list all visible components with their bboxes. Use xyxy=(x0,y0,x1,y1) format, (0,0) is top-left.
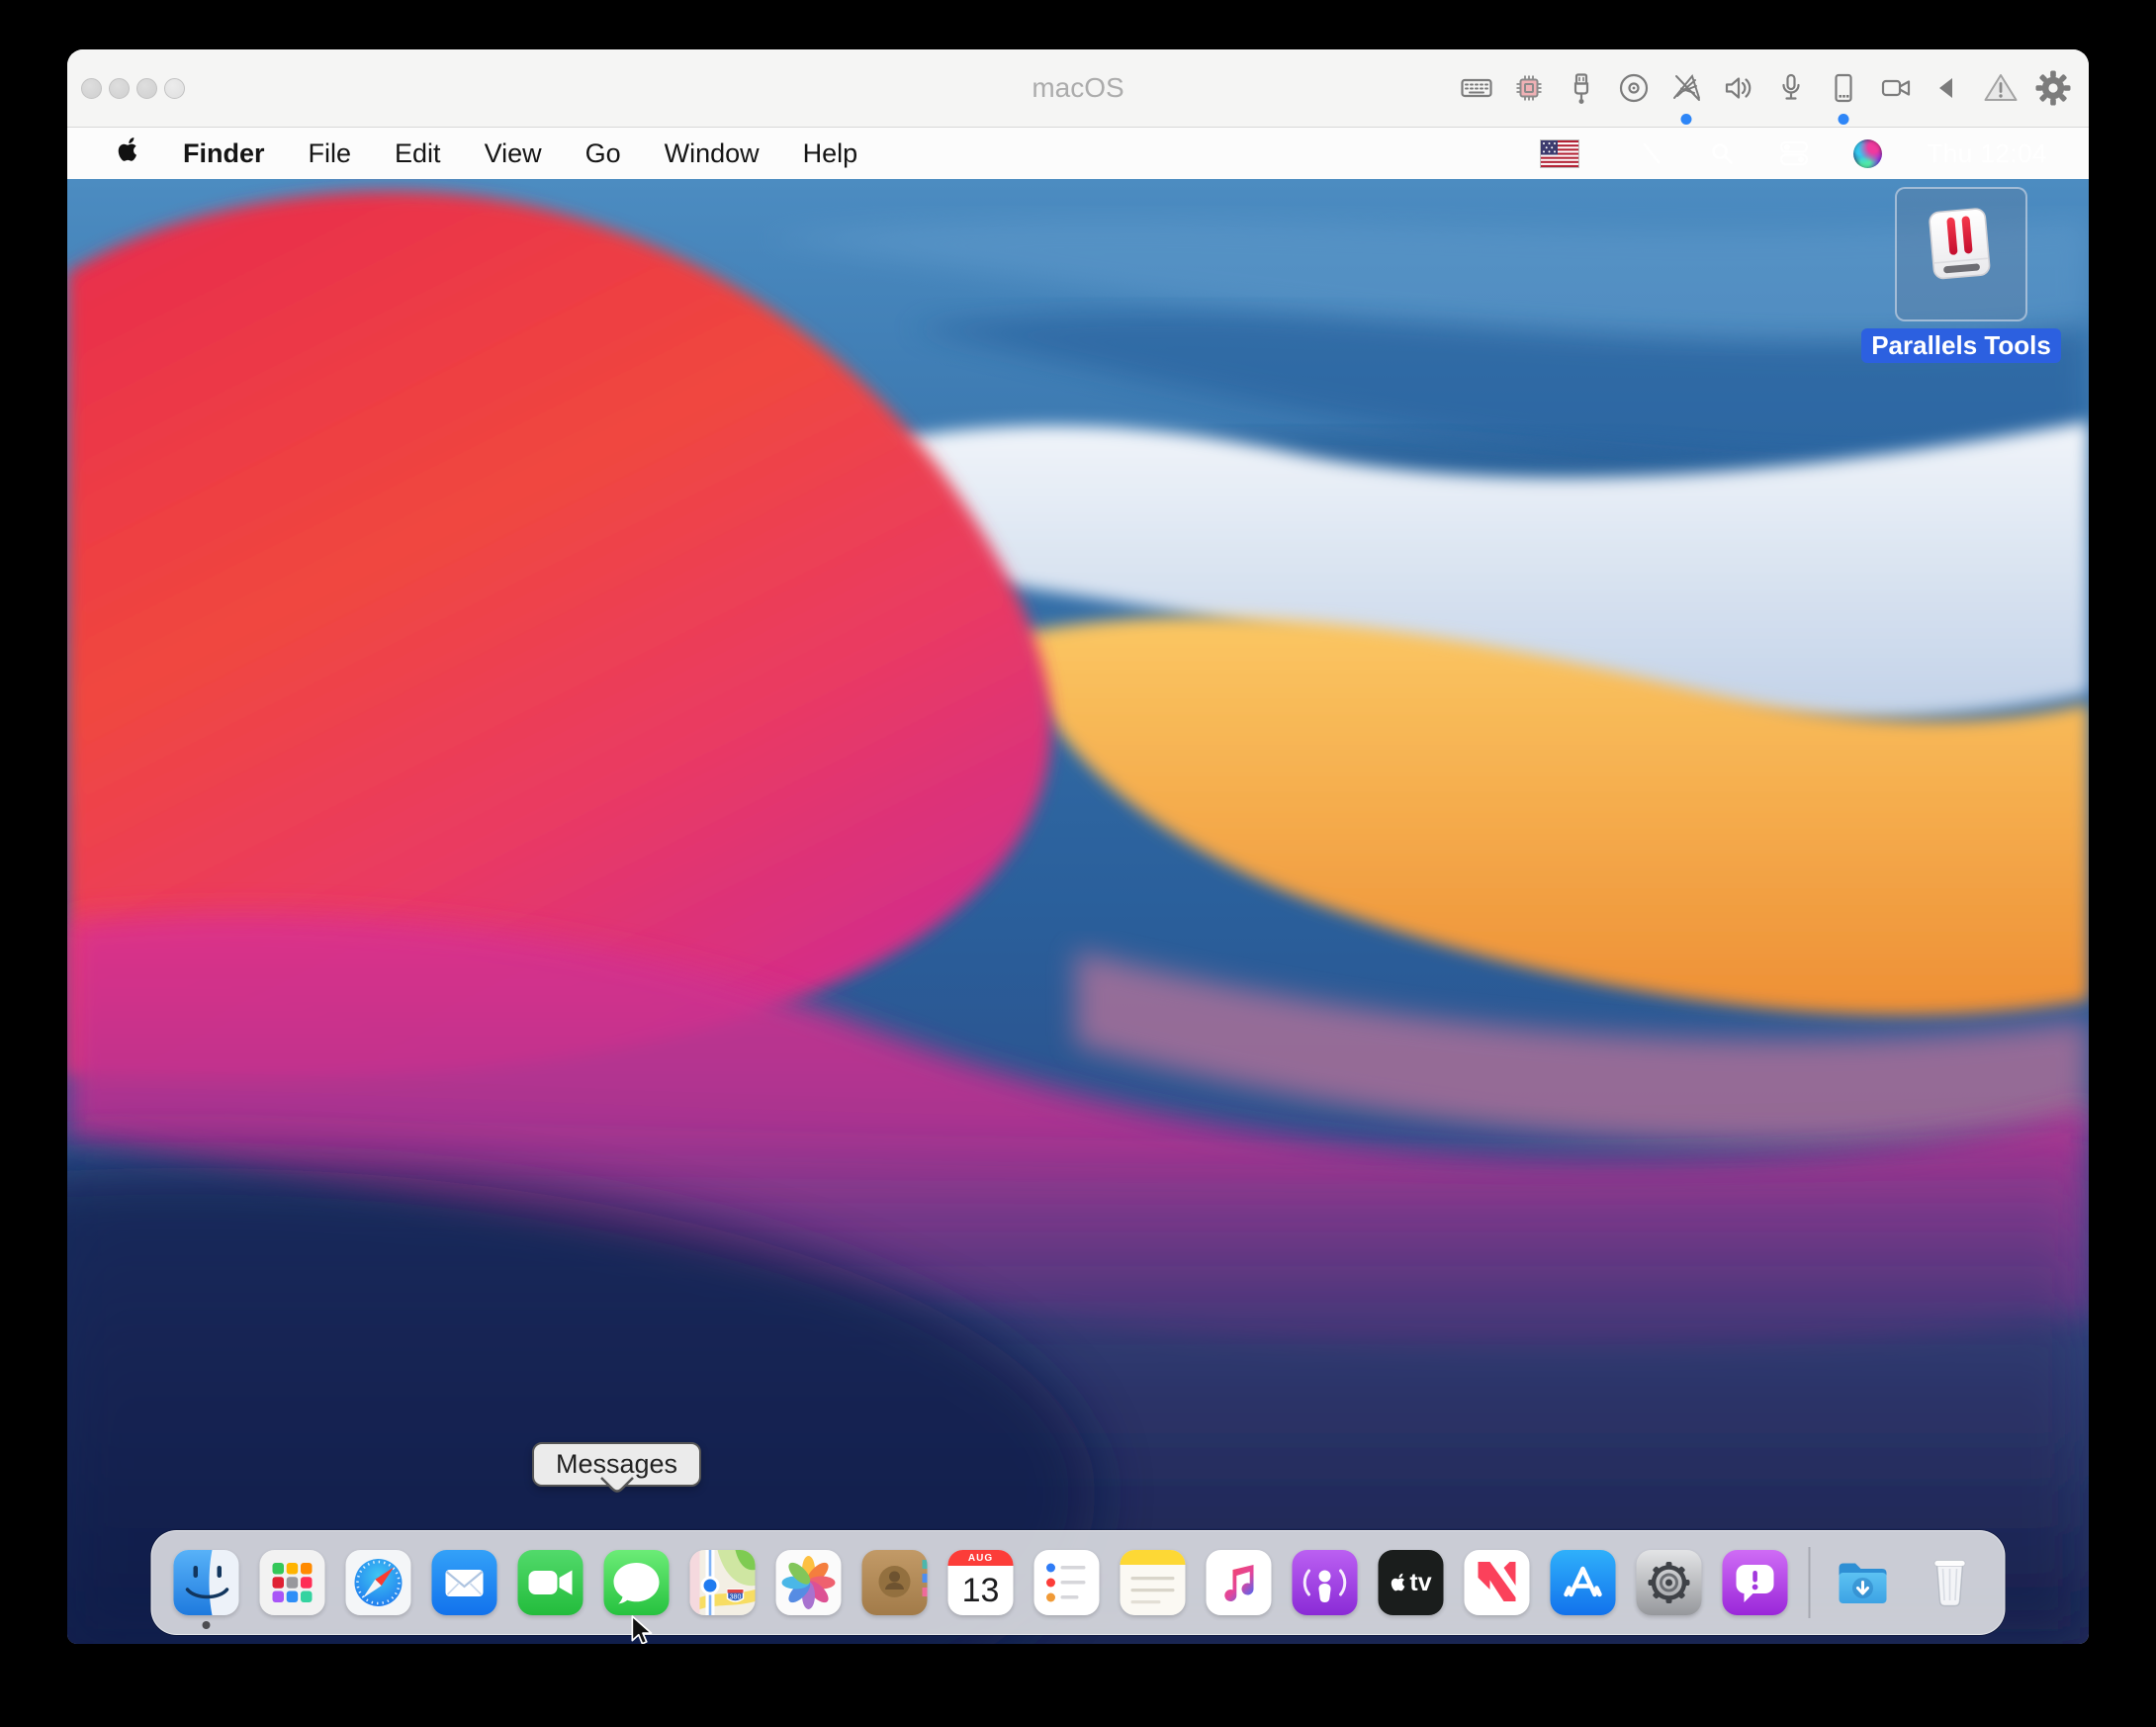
tooltip-tail xyxy=(599,1470,635,1500)
desktop-icon-label: Parallels Tools xyxy=(1861,328,2061,363)
cpu-icon[interactable] xyxy=(1511,49,1547,127)
dock-separator xyxy=(1809,1547,1811,1618)
menu-file[interactable]: File xyxy=(309,138,352,169)
network-activity-dot xyxy=(1681,114,1692,125)
dock-item-messages[interactable] xyxy=(604,1550,670,1615)
window-title: macOS xyxy=(1032,72,1123,104)
dock-item-safari[interactable] xyxy=(346,1550,411,1615)
finder-running-indicator xyxy=(203,1621,211,1629)
network-icon[interactable] xyxy=(1668,49,1704,127)
desktop-icon-parallels-tools[interactable]: Parallels Tools xyxy=(1877,187,2045,363)
zoom-button[interactable] xyxy=(136,78,157,99)
fullscreen-button[interactable] xyxy=(164,78,185,99)
close-button[interactable] xyxy=(81,78,102,99)
dock: 380 xyxy=(151,1530,2006,1635)
mouse-cursor xyxy=(629,1615,657,1644)
dock-item-news[interactable] xyxy=(1465,1550,1530,1615)
dock-item-mail[interactable] xyxy=(432,1550,497,1615)
menu-help[interactable]: Help xyxy=(803,138,858,169)
calendar-month: AUG xyxy=(948,1550,1014,1566)
menu-window[interactable]: Window xyxy=(665,138,760,169)
control-center-icon[interactable] xyxy=(1779,140,1809,166)
dock-tooltip: Messages xyxy=(532,1442,701,1487)
window-titlebar[interactable]: macOS xyxy=(67,49,2089,128)
cd-icon[interactable] xyxy=(1616,49,1652,127)
microphone-icon[interactable] xyxy=(1773,49,1809,127)
dock-item-app-store[interactable] xyxy=(1551,1550,1616,1615)
dock-item-music[interactable] xyxy=(1207,1550,1272,1615)
menu-go[interactable]: Go xyxy=(585,138,621,169)
menu-view[interactable]: View xyxy=(485,138,542,169)
input-source-flag-icon[interactable] xyxy=(1540,139,1579,168)
menubar-menus: Finder File Edit View Go Window Help xyxy=(117,136,857,170)
dock-item-system-preferences[interactable] xyxy=(1637,1550,1702,1615)
pencil-icon[interactable] xyxy=(1639,140,1664,166)
spotlight-icon[interactable] xyxy=(1709,140,1735,166)
gear-icon[interactable] xyxy=(2035,49,2071,127)
desktop: Parallels Tools Messages xyxy=(67,179,2089,1644)
disk-drive-icon xyxy=(1895,187,2027,321)
warning-icon[interactable] xyxy=(1983,49,2019,127)
dock-item-feedback-assistant[interactable] xyxy=(1723,1550,1788,1615)
hard-disk-icon[interactable] xyxy=(1826,49,1861,127)
dock-item-trash[interactable] xyxy=(1918,1550,1983,1615)
dock-item-podcasts[interactable] xyxy=(1293,1550,1358,1615)
dock-item-finder[interactable] xyxy=(174,1550,239,1615)
dock-item-facetime[interactable] xyxy=(518,1550,584,1615)
calendar-day: 13 xyxy=(962,1566,1000,1615)
menu-finder[interactable]: Finder xyxy=(183,138,265,169)
dock-item-launchpad[interactable] xyxy=(260,1550,325,1615)
menu-edit[interactable]: Edit xyxy=(395,138,441,169)
minimize-button[interactable] xyxy=(109,78,130,99)
keyboard-icon[interactable] xyxy=(1459,49,1494,127)
traffic-lights xyxy=(67,78,185,99)
dock-item-tv[interactable]: tv xyxy=(1379,1550,1444,1615)
sound-icon[interactable] xyxy=(1721,49,1756,127)
dock-item-downloads[interactable] xyxy=(1832,1550,1897,1615)
maps-badge-text: 380 xyxy=(730,1594,742,1601)
vm-status-icons xyxy=(1459,49,2089,127)
dock-item-photos[interactable] xyxy=(776,1550,842,1615)
dock-item-calendar[interactable]: AUG 13 xyxy=(948,1550,1014,1615)
apple-menu[interactable] xyxy=(117,136,139,170)
dock-item-contacts[interactable] xyxy=(862,1550,928,1615)
dock-item-maps[interactable]: 380 xyxy=(690,1550,756,1615)
screen: macOS xyxy=(0,0,2156,1727)
dock-item-notes[interactable] xyxy=(1121,1550,1186,1615)
back-icon[interactable] xyxy=(1931,49,1966,127)
tv-label: tv xyxy=(1409,1569,1431,1597)
usb-icon[interactable] xyxy=(1564,49,1599,127)
big-sur-wallpaper xyxy=(67,179,2089,1644)
dock-item-reminders[interactable] xyxy=(1034,1550,1100,1615)
camera-icon[interactable] xyxy=(1878,49,1914,127)
menubar-extras: Thu 12:04 xyxy=(1540,138,2047,169)
macos-menubar: Finder File Edit View Go Window Help xyxy=(67,128,2089,179)
parallels-vm-window: macOS xyxy=(67,49,2089,1644)
disk-activity-dot xyxy=(1839,114,1849,125)
menubar-clock[interactable]: Thu 12:04 xyxy=(1927,138,2047,169)
siri-icon[interactable] xyxy=(1853,139,1882,168)
